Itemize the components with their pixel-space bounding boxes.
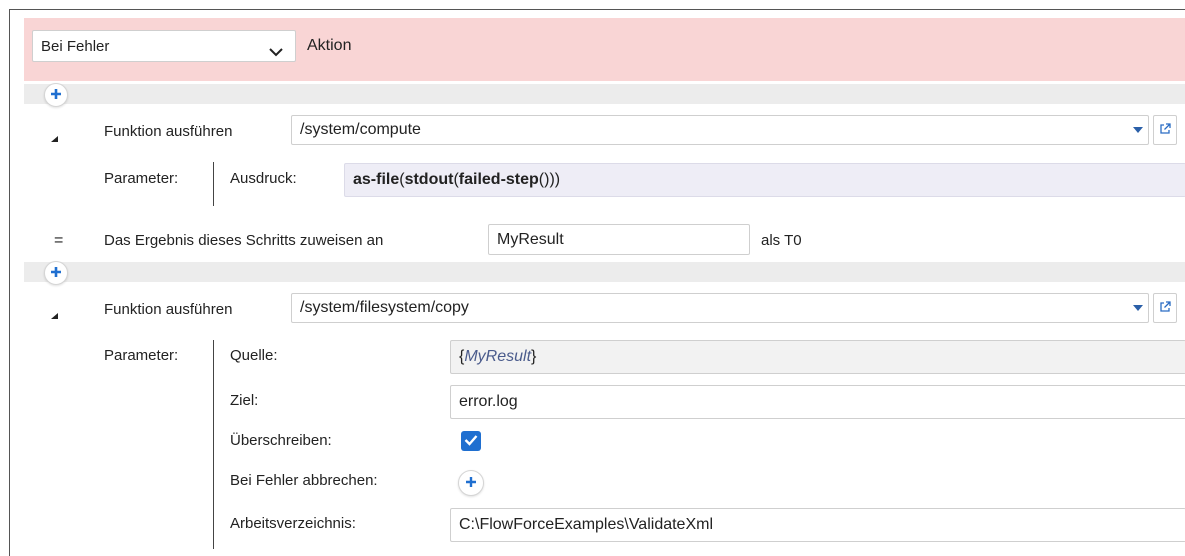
step1-label: Funktion ausführen <box>104 123 233 140</box>
checkmark-icon <box>464 433 478 450</box>
expression-text: as-file(stdout(failed-step())) <box>353 171 560 189</box>
plus-icon <box>50 265 62 282</box>
collapse-toggle-icon[interactable] <box>51 136 58 142</box>
insert-step-bar <box>24 84 1185 104</box>
source-input[interactable]: {MyResult} <box>450 340 1185 374</box>
dropdown-arrow-icon[interactable] <box>1133 305 1143 311</box>
expression-label: Ausdruck: <box>230 170 297 187</box>
plus-icon <box>465 475 477 492</box>
step-editor-panel: Bei Fehler Aktion Funktion ausführen /sy… <box>9 9 1185 556</box>
open-function-button[interactable] <box>1153 115 1177 145</box>
insert-step-bar-2 <box>24 262 1185 282</box>
expr-fn-as-file: as-file <box>353 171 400 188</box>
step1-params-label: Parameter: <box>104 170 179 187</box>
expr-fn-failed-step: failed-step <box>458 171 539 188</box>
params-divider <box>213 162 214 206</box>
overwrite-checkbox[interactable] <box>461 431 481 451</box>
add-step-button[interactable] <box>44 83 68 107</box>
target-input[interactable]: error.log <box>450 385 1185 419</box>
overwrite-label: Überschreiben: <box>230 432 332 449</box>
expr-fn-stdout: stdout <box>404 171 454 188</box>
open-function-button-2[interactable] <box>1153 293 1177 323</box>
workdir-label: Arbeitsverzeichnis: <box>230 515 356 532</box>
workdir-input[interactable]: C:\FlowForceExamples\ValidateXml <box>450 508 1185 542</box>
expression-field[interactable]: as-file(stdout(failed-step())) <box>344 163 1185 197</box>
external-link-icon <box>1159 122 1171 139</box>
dropdown-arrow-icon[interactable] <box>1133 127 1143 133</box>
chevron-down-icon <box>269 44 283 61</box>
target-label: Ziel: <box>230 392 259 409</box>
result-variable-value: MyResult <box>497 230 564 248</box>
add-abort-handler-button[interactable] <box>458 470 484 496</box>
source-value: {MyResult} <box>459 348 536 366</box>
step2-function-path: /system/filesystem/copy <box>300 299 469 316</box>
step1-function-path: /system/compute <box>300 121 421 138</box>
assign-suffix: als T0 <box>761 232 802 249</box>
step1-function-field[interactable]: /system/compute <box>291 115 1177 145</box>
result-variable-input[interactable]: MyResult <box>488 224 750 255</box>
step2-params-label: Parameter: <box>104 347 179 364</box>
action-label: Aktion <box>307 37 352 54</box>
source-brace-close: } <box>531 348 537 365</box>
error-mode-select-value: Bei Fehler <box>41 38 110 55</box>
source-label: Quelle: <box>230 347 278 364</box>
assign-symbol: = <box>54 232 64 249</box>
target-value: error.log <box>459 393 518 410</box>
expr-paren-3: ())) <box>538 171 561 188</box>
abort-on-error-label: Bei Fehler abbrechen: <box>230 472 378 489</box>
step2-function-field[interactable]: /system/filesystem/copy <box>291 293 1177 323</box>
workdir-value: C:\FlowForceExamples\ValidateXml <box>459 516 714 533</box>
assign-label: Das Ergebnis dieses Schritts zuweisen an <box>104 232 384 249</box>
step2-label: Funktion ausführen <box>104 301 233 318</box>
params-divider-2 <box>213 340 214 549</box>
collapse-toggle-icon-2[interactable] <box>51 313 58 319</box>
error-mode-select[interactable]: Bei Fehler <box>32 30 296 62</box>
source-variable: MyResult <box>464 348 532 365</box>
add-step-button-2[interactable] <box>44 261 68 285</box>
external-link-icon <box>1159 300 1171 317</box>
plus-icon <box>50 87 62 104</box>
